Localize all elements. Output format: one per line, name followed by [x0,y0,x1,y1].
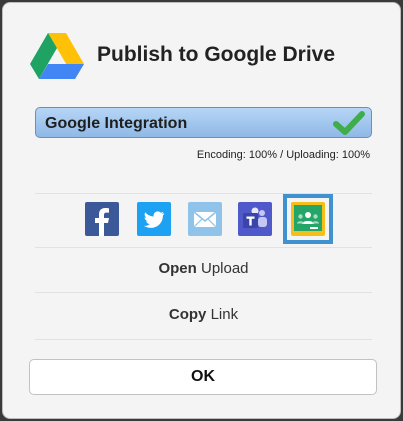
progress-label: Google Integration [45,115,188,132]
facebook-icon [85,202,119,236]
google-classroom-icon [291,202,325,236]
twitter-icon [137,202,171,236]
checkmark-icon [333,111,365,135]
copy-link-verb: Copy [168,306,207,323]
share-targets [85,194,345,244]
copy-link-object: Link [210,306,239,323]
ok-button[interactable]: OK [29,359,377,395]
divider [35,193,372,194]
copy-link-button[interactable]: Copy Link [35,293,372,337]
google-classroom-share-button[interactable] [283,194,333,244]
dialog-header: Publish to Google Drive [29,31,389,81]
facebook-share-button[interactable] [85,202,119,236]
open-upload-link[interactable]: Open Upload [35,247,372,291]
email-share-button[interactable] [188,202,222,236]
teams-icon [238,202,272,236]
upload-status: Encoding: 100% / Uploading: 100% [196,149,370,161]
twitter-share-button[interactable] [137,202,171,236]
divider [35,339,372,340]
integration-progress-bar: Google Integration [35,107,372,138]
open-upload-object: Upload [200,260,249,277]
open-upload-verb: Open [158,260,197,277]
publish-dialog: Publish to Google Drive Google Integrati… [2,2,401,419]
google-drive-logo-icon [30,33,84,79]
dialog-title: Publish to Google Drive [97,43,336,66]
email-icon [188,202,222,236]
teams-share-button[interactable] [238,202,272,236]
